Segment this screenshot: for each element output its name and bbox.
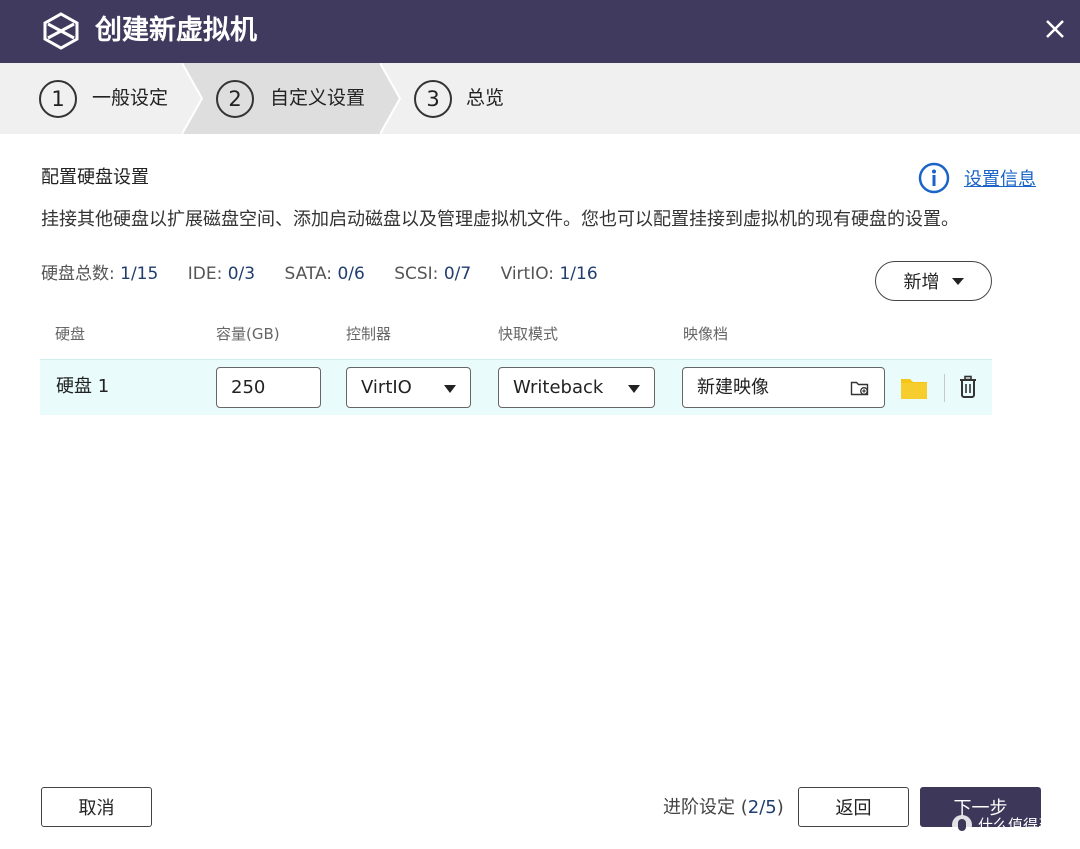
step-overview: 3 总览 [402,63,602,134]
column-header-capacity: 容量(GB) [216,325,280,343]
new-image-folder-icon [850,381,869,396]
count-virtio: VirtIO: 1/16 [501,264,598,284]
settings-info-label[interactable]: 设置信息 [964,165,1036,191]
chevron-down-icon [628,385,640,393]
step-chevron [380,63,402,134]
controller-value: VirtIO [361,377,412,398]
count-value: 0/7 [443,264,472,284]
info-icon [918,162,950,194]
step-label: 总览 [466,87,505,109]
cancel-button[interactable]: 取消 [41,787,152,827]
back-label: 返回 [835,798,872,819]
step-general: 1 一般设定 [0,63,186,134]
count-label: VirtIO: [500,264,560,284]
disk-counts: 硬盘总数: 1/15 IDE: 0/3 SATA: 0/6 SCSI: 0/7 … [41,260,622,288]
count-value: 0/3 [227,264,256,284]
chevron-down-icon [444,385,456,393]
step-number: 1 [39,80,77,118]
image-select[interactable]: 新建映像 [682,367,885,408]
count-value: 0/6 [337,264,365,284]
column-header-controller: 控制器 [346,325,392,343]
count-scsi: SCSI: 0/7 [394,264,471,284]
add-button-label: 新增 [903,272,940,293]
wizard-stepper: 1 一般设定 2 自定义设置 3 总览 [0,63,1080,134]
close-icon[interactable] [1040,14,1070,44]
count-label: SCSI: [394,264,444,284]
cache-mode-select[interactable]: Writeback [498,367,655,408]
count-sata: SATA: 0/6 [284,264,364,284]
advanced-suffix: ) [776,797,784,818]
title-bar: 创建新虚拟机 [0,0,1080,63]
count-total: 硬盘总数: 1/15 [41,264,158,284]
count-value: 1/15 [120,264,159,284]
step-number: 2 [216,80,254,118]
capacity-input[interactable]: 250 [216,367,321,408]
table-row: 硬盘 1 250 VirtIO Writeback 新建映像 [40,359,992,415]
column-header-disk: 硬盘 [55,325,86,343]
step-custom: 2 自定义设置 [204,63,380,134]
column-header-cache-mode: 快取模式 [498,325,559,343]
section-description: 挂接其他硬盘以扩展磁盘空间、添加启动磁盘以及管理虚拟机文件。您也可以配置挂接到虚… [41,209,959,230]
watermark: 什么值得买 [952,814,1053,835]
add-disk-button[interactable]: 新增 [875,261,992,301]
trash-icon[interactable] [958,375,978,399]
window-title: 创建新虚拟机 [95,15,257,46]
count-label: SATA: [284,264,338,284]
controller-select[interactable]: VirtIO [346,367,471,408]
section-title: 配置硬盘设置 [41,167,149,188]
folder-icon[interactable] [900,376,928,400]
image-value: 新建映像 [697,377,769,398]
settings-info-link[interactable]: 设置信息 [918,162,1036,194]
row-divider [944,374,945,402]
disk-name: 硬盘 1 [56,376,110,397]
count-label: 硬盘总数: [41,264,121,284]
back-button[interactable]: 返回 [798,787,909,827]
caret-down-icon [951,277,964,285]
column-header-image: 映像档 [683,325,729,343]
cache-mode-value: Writeback [513,377,604,398]
advanced-settings-progress: 进阶设定 (2/5) [663,794,784,822]
count-label: IDE: [187,264,228,284]
advanced-label: 进阶设定 ( [663,797,748,818]
app-logo-icon [43,12,79,50]
step-chevron [182,63,204,134]
watermark-text: 什么值得买 [978,816,1054,834]
count-ide: IDE: 0/3 [188,264,255,284]
capacity-value: 250 [231,377,266,398]
step-number: 3 [414,80,452,118]
step-label: 自定义设置 [270,87,366,109]
count-value: 1/16 [559,264,598,284]
advanced-value: 2/5 [747,797,777,818]
step-label: 一般设定 [92,87,169,109]
cancel-label: 取消 [78,798,115,819]
watermark-logo-icon [952,814,972,835]
